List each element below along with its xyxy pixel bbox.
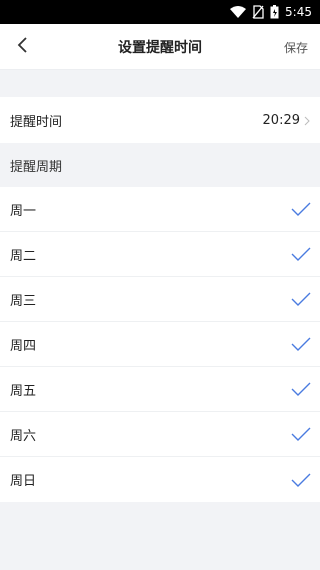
battery-icon xyxy=(270,5,279,19)
checkmark-icon xyxy=(290,245,312,263)
day-row-wed[interactable]: 周三 xyxy=(0,277,320,322)
spacer xyxy=(0,70,320,97)
no-sim-icon xyxy=(252,5,264,19)
checkmark-icon xyxy=(290,200,312,218)
period-section-header: 提醒周期 xyxy=(0,143,320,187)
chevron-right-icon xyxy=(304,111,310,130)
day-label: 周六 xyxy=(10,428,37,444)
wifi-icon xyxy=(230,6,247,18)
day-list: 周一 周二 周三 周四 周五 周六 周日 xyxy=(0,187,320,502)
reminder-time-label: 提醒时间 xyxy=(10,114,63,130)
checkmark-icon xyxy=(290,290,312,308)
day-row-tue[interactable]: 周二 xyxy=(0,232,320,277)
chevron-left-icon xyxy=(16,36,28,58)
day-label: 周四 xyxy=(10,338,37,354)
day-row-sat[interactable]: 周六 xyxy=(0,412,320,457)
reminder-time-value: 20:29 xyxy=(262,112,300,128)
checkmark-icon xyxy=(290,471,312,489)
back-button[interactable] xyxy=(8,24,36,70)
reminder-time-row[interactable]: 提醒时间 20:29 xyxy=(0,97,320,143)
nav-header: 设置提醒时间 保存 xyxy=(0,24,320,70)
save-button[interactable]: 保存 xyxy=(284,24,308,70)
checkmark-icon xyxy=(290,380,312,398)
day-row-mon[interactable]: 周一 xyxy=(0,187,320,232)
day-row-fri[interactable]: 周五 xyxy=(0,367,320,412)
day-row-sun[interactable]: 周日 xyxy=(0,457,320,502)
day-label: 周三 xyxy=(10,293,37,309)
status-bar: 5:45 xyxy=(0,0,320,24)
day-label: 周二 xyxy=(10,248,37,264)
day-label: 周一 xyxy=(10,203,37,219)
day-row-thu[interactable]: 周四 xyxy=(0,322,320,367)
checkmark-icon xyxy=(290,335,312,353)
status-time: 5:45 xyxy=(285,5,312,19)
page-title: 设置提醒时间 xyxy=(118,39,202,56)
checkmark-icon xyxy=(290,425,312,443)
day-label: 周五 xyxy=(10,383,37,399)
day-label: 周日 xyxy=(10,474,37,489)
